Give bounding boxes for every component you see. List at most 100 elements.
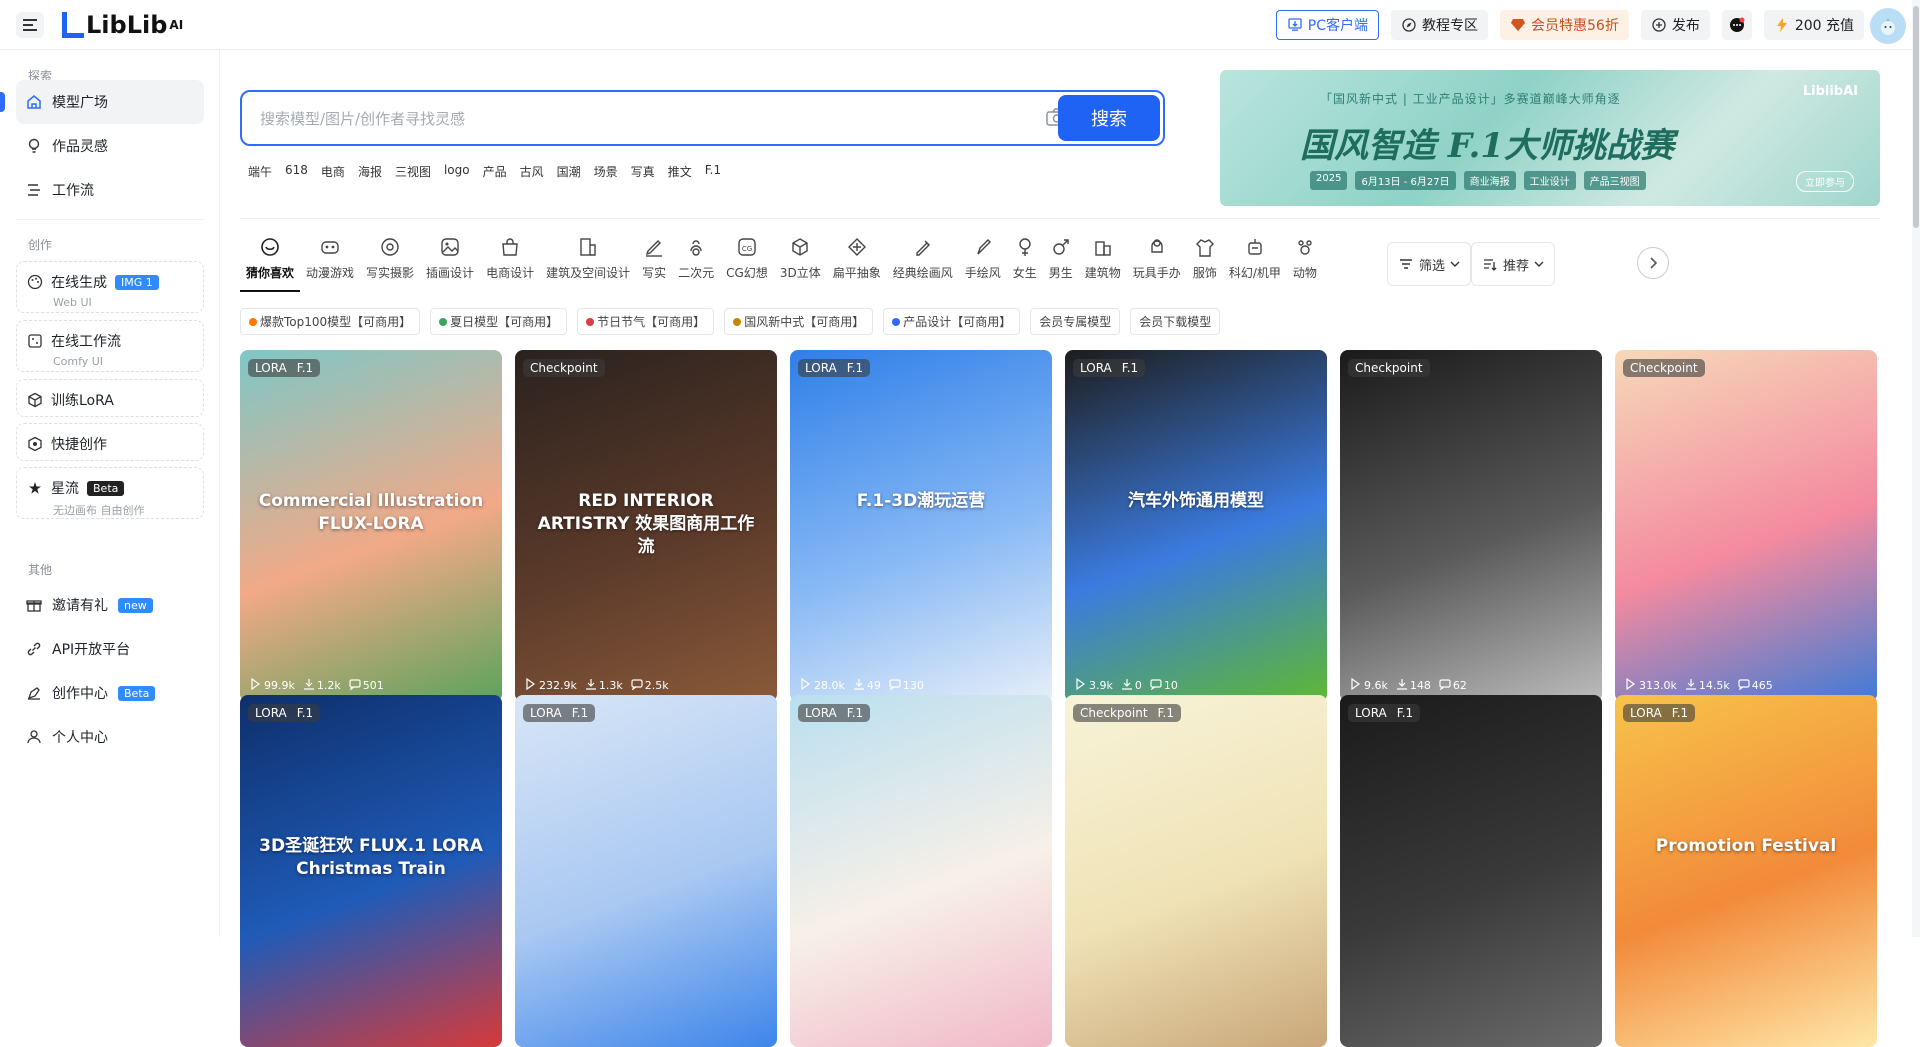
model-card[interactable]: Checkpoint9.6k14862NAIXL_MMMMix_ZFAn <box>1340 350 1602 746</box>
sidebar-item-starflow[interactable]: 星流 Beta 无边画布 自由创作 <box>16 467 204 519</box>
model-card[interactable]: LORA F.1 <box>1340 695 1602 1047</box>
model-thumbnail[interactable]: LORA F.1 3D圣诞狂欢 FLUX.1 LORA Christmas Trai… <box>240 695 502 1047</box>
tutorial-button[interactable]: 教程专区 <box>1391 10 1488 40</box>
category-tab[interactable]: 猜你喜欢 <box>240 236 301 292</box>
sidebar-item-model-square[interactable]: 模型广场 <box>0 80 204 124</box>
model-card[interactable]: LORA F.1 3D圣诞狂欢 FLUX.1 LORA Christmas Trai… <box>240 695 502 1047</box>
category-tab[interactable]: 建筑及空间设计 <box>540 236 636 292</box>
tag-filter[interactable]: 产品设计【可商用】 <box>883 308 1021 335</box>
category-tab[interactable]: 手绘风 <box>959 236 1007 292</box>
tag-filter[interactable]: 会员专属模型 <box>1030 308 1121 335</box>
menu-icon[interactable] <box>16 12 44 38</box>
sidebar-item-label: API开放平台 <box>52 642 131 658</box>
category-tab[interactable]: 插画设计 <box>420 236 480 292</box>
model-thumbnail[interactable]: LORA F.1 汽车外饰通用模型 3.9k 0 10 <box>1065 350 1327 702</box>
model-thumbnail[interactable]: LORA F.1 Promotion Festival <box>1615 695 1877 1047</box>
category-tab[interactable]: 建筑物 <box>1079 236 1127 292</box>
sidebar-item-train-lora[interactable]: 训练LoRA <box>16 379 204 417</box>
tag-row: 爆款Top100模型【可商用】 夏日模型【可商用】 节日节气【可商用】 国风新中式【可… <box>240 308 1221 335</box>
model-thumbnail[interactable]: LORA F.1 <box>790 695 1052 1047</box>
search-input[interactable] <box>260 106 960 132</box>
hotword-link[interactable]: 场景 <box>594 163 618 180</box>
model-card[interactable]: LORA F.1 <box>790 695 1052 1047</box>
category-tab[interactable]: 扁平抽象 <box>827 236 887 292</box>
model-card[interactable]: LORA F.1 <box>515 695 777 1047</box>
category-tab[interactable]: 经典绘画风 <box>887 236 959 292</box>
category-tab[interactable]: 写实摄影 <box>360 236 420 292</box>
sidebar-item-workflow[interactable]: 工作流 <box>16 168 204 212</box>
hotword-link[interactable]: logo <box>444 163 470 180</box>
hotword-link[interactable]: 推文 <box>668 163 692 180</box>
search-button[interactable]: 搜索 <box>1058 95 1160 141</box>
hotword-link[interactable]: 国潮 <box>557 163 581 180</box>
hotword-link[interactable]: F.1 <box>705 163 721 180</box>
charge-button[interactable]: 200 充值 <box>1763 10 1864 40</box>
hotword-link[interactable]: 电商 <box>321 163 345 180</box>
promo-banner[interactable]: 「国风新中式 | 工业产品设计」多赛道巅峰大师角逐 国风智造 F.1大师挑战赛 … <box>1220 70 1880 206</box>
tag-filter[interactable]: 会员下载模型 <box>1130 308 1221 335</box>
model-thumbnail[interactable]: Checkpoint 313.0k 14.5k 465 <box>1615 350 1877 702</box>
model-type-badge: Checkpoint <box>1623 359 1705 377</box>
model-thumbnail[interactable]: Checkpoint RED INTERIOR ARTISTRY 效果图商用工作流… <box>515 350 777 702</box>
category-tab[interactable]: 二次元 <box>672 236 720 292</box>
scrollbar-thumb[interactable] <box>1913 6 1919 228</box>
category-tab[interactable]: 写实 <box>636 236 672 292</box>
model-card[interactable]: Checkpoint313.0k14.5k465独家X潮玩Hongke <box>1615 350 1877 750</box>
model-thumbnail[interactable]: LORA F.1 Commercial Illustration FLUX-LORA… <box>240 350 502 702</box>
category-tab[interactable]: 动漫游戏 <box>300 236 360 292</box>
category-tab[interactable]: 动物 <box>1287 236 1323 292</box>
model-thumbnail[interactable]: LORA F.1 F.1-3D潮玩运营 28.0k 49 130 <box>790 350 1052 702</box>
model-thumbnail[interactable]: LORA F.1 <box>515 695 777 1047</box>
hotword-link[interactable]: 产品 <box>483 163 507 180</box>
sidebar-item-works-inspiration[interactable]: 作品灵感 <box>16 124 204 168</box>
user-avatar[interactable] <box>1870 8 1906 44</box>
tag-filter[interactable]: 夏日模型【可商用】 <box>430 308 568 335</box>
scrollbar[interactable] <box>1912 0 1920 937</box>
publish-button[interactable]: 发布 <box>1640 10 1710 40</box>
banner-join-button[interactable]: 立即参与 <box>1796 171 1854 192</box>
stat-value: 130 <box>902 679 924 692</box>
male-icon <box>1050 236 1072 258</box>
hotword-link[interactable]: 古风 <box>520 163 544 180</box>
category-tab[interactable]: 服饰 <box>1187 236 1223 292</box>
category-tab[interactable]: 3D立体 <box>774 236 827 292</box>
category-tab[interactable]: 女生 <box>1007 236 1043 292</box>
model-card[interactable]: Checkpoint F.1 <box>1065 695 1327 1047</box>
model-card[interactable]: LORA F.1 Commercial Illustration FLUX-LORA… <box>240 350 502 753</box>
model-card[interactable]: LORA F.1 Promotion Festival <box>1615 695 1877 1047</box>
sidebar-item-api[interactable]: API开放平台 <box>16 627 204 671</box>
cube-icon <box>27 392 43 408</box>
logo[interactable]: LibLib AI <box>62 10 183 40</box>
sidebar-item-online-workflow[interactable]: 在线工作流 Comfy UI <box>16 320 204 372</box>
hotword-link[interactable]: 三视图 <box>395 163 431 180</box>
sidebar-item-creator-center[interactable]: 创作中心 Beta <box>16 671 204 715</box>
tag-filter[interactable]: 国风新中式【可商用】 <box>724 308 874 335</box>
tag-filter[interactable]: 爆款Top100模型【可商用】 <box>240 308 421 335</box>
hotword-link[interactable]: 端午 <box>248 163 272 180</box>
category-tab[interactable]: 电商设计 <box>480 236 540 292</box>
sidebar-item-online-gen[interactable]: 在线生成 IMG 1 Web UI <box>16 261 204 313</box>
model-card[interactable]: LORAF.1F.1-3D潮玩运营28.0k49130独家F.1【3D潮玩运营设… <box>790 350 1052 753</box>
hotword-link[interactable]: 618 <box>285 163 308 180</box>
sidebar-item-invite[interactable]: 邀请有礼 new <box>16 583 204 627</box>
hotword-link[interactable]: 海报 <box>358 163 382 180</box>
category-next-button[interactable] <box>1637 247 1669 279</box>
tag-filter[interactable]: 节日节气【可商用】 <box>577 308 715 335</box>
category-tab[interactable]: 男生 <box>1043 236 1079 292</box>
filter-button[interactable]: 筛选 <box>1387 242 1472 286</box>
sort-button[interactable]: 推荐 <box>1471 242 1556 286</box>
model-card[interactable]: Checkpoint RED INTERIOR ARTISTRY 效果图商用工作流… <box>515 350 777 753</box>
hotword-link[interactable]: 写真 <box>631 163 655 180</box>
message-button[interactable] <box>1721 10 1752 40</box>
model-card[interactable]: LORAF.1汽车外饰通用模型3.9k010独家汽车外饰通用模型ONPOINT_… <box>1065 350 1327 750</box>
model-thumbnail[interactable]: Checkpoint 9.6k 148 62 <box>1340 350 1602 702</box>
model-thumbnail[interactable]: Checkpoint F.1 <box>1065 695 1327 1047</box>
model-thumbnail[interactable]: LORA F.1 <box>1340 695 1602 1047</box>
category-tab[interactable]: 科幻/机甲 <box>1223 236 1287 292</box>
sidebar-item-personal[interactable]: 个人中心 <box>16 715 204 759</box>
category-tab[interactable]: 玩具手办 <box>1127 236 1187 292</box>
sidebar-item-quick-create[interactable]: 快捷创作 <box>16 423 204 461</box>
category-tab[interactable]: CG CG幻想 <box>720 236 774 292</box>
pc-client-button[interactable]: PC客户端 <box>1275 10 1379 40</box>
vip-button[interactable]: 会员特惠56折 <box>1500 10 1629 40</box>
